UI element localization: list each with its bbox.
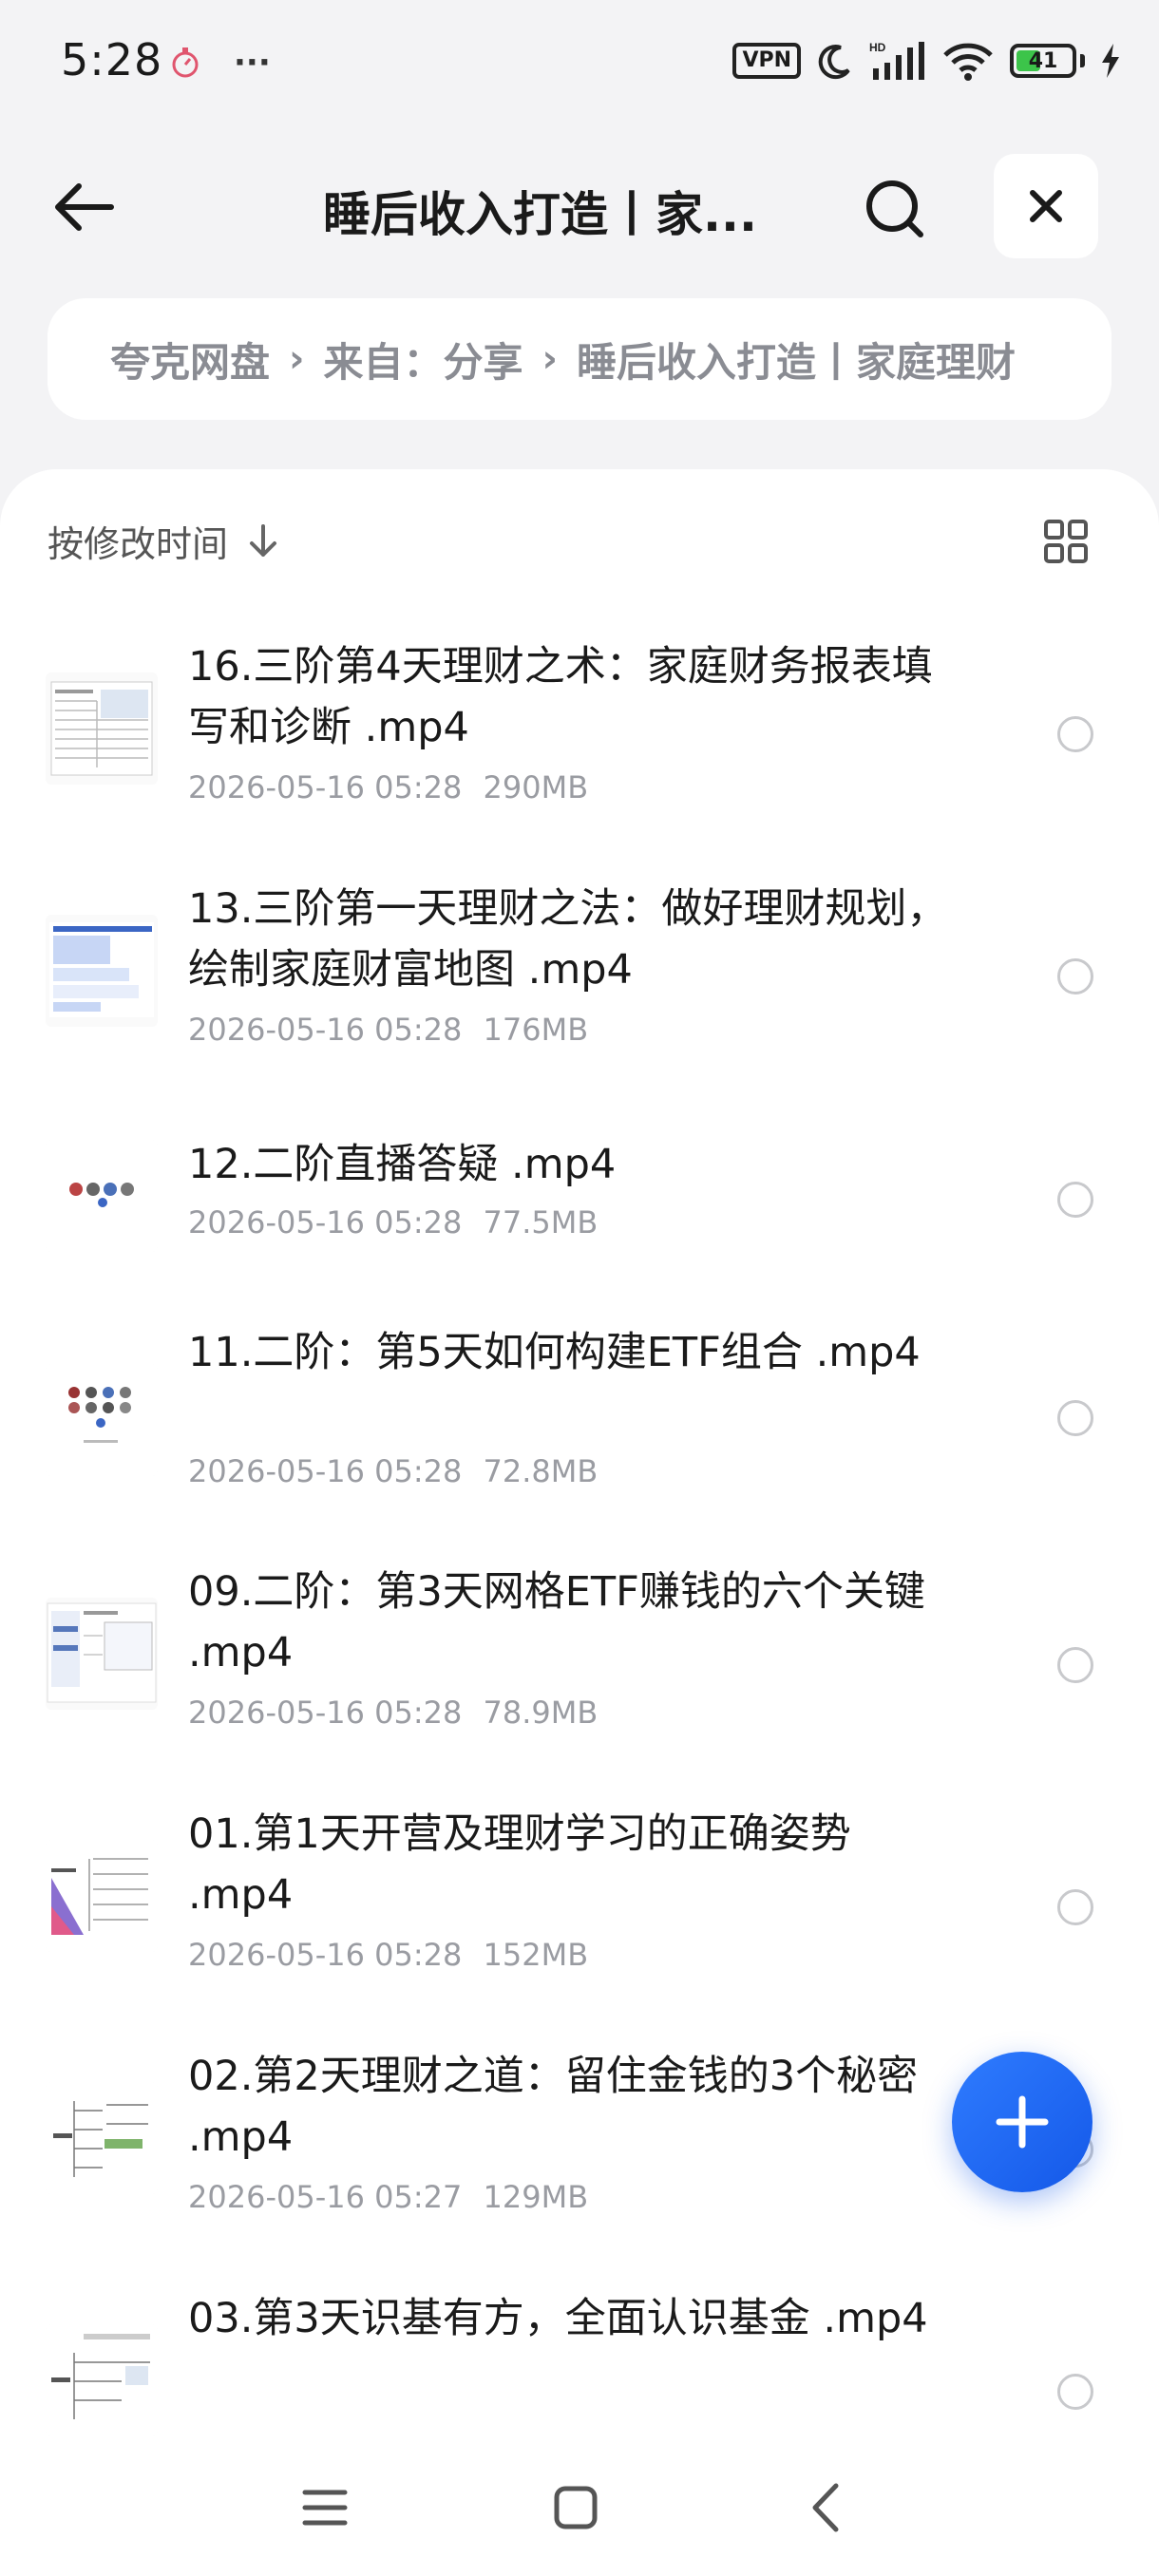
status-right-icons: VPN HD 41 bbox=[732, 40, 1121, 82]
file-size: 72.8MB bbox=[483, 1453, 598, 1489]
svg-text:HD: HD bbox=[869, 41, 886, 54]
nav-home-button[interactable] bbox=[538, 2470, 614, 2546]
file-meta: 2026-05-16 05:28 152MB bbox=[188, 1937, 588, 1973]
file-item[interactable]: 09.二阶：第3天网格ETF赚钱的六个关键 .mp4 2026-05-16 05… bbox=[0, 1543, 1159, 1785]
plus-icon bbox=[996, 2095, 1049, 2149]
file-panel: 按修改时间 16.三阶第4天理财之术：家庭财务报表填写和诊断 .mp4 2026… bbox=[0, 469, 1159, 2576]
breadcrumb-item-root[interactable]: 夸克网盘 bbox=[110, 331, 270, 388]
nav-back-button[interactable] bbox=[788, 2470, 864, 2546]
arrow-left-icon bbox=[55, 183, 114, 231]
file-item[interactable]: 01.第1天开营及理财学习的正确姿势 .mp4 2026-05-16 05:28… bbox=[0, 1785, 1159, 2027]
sort-control[interactable]: 按修改时间 bbox=[48, 515, 279, 567]
file-meta: 2026-05-16 05:27 129MB bbox=[188, 2179, 588, 2215]
add-button[interactable] bbox=[952, 2052, 1092, 2192]
file-list: 16.三阶第4天理财之术：家庭财务报表填写和诊断 .mp4 2026-05-16… bbox=[0, 602, 1159, 2511]
header: 睡后收入打造丨家... bbox=[0, 142, 1159, 266]
arrow-down-icon bbox=[250, 523, 277, 557]
file-size: 129MB bbox=[483, 2179, 589, 2215]
file-size: 152MB bbox=[483, 1937, 589, 1973]
breadcrumb: 夸克网盘 › 来自：分享 › 睡后收入打造丨家庭理财 bbox=[48, 298, 1112, 420]
select-radio[interactable] bbox=[1057, 1182, 1093, 1218]
video-thumbnail bbox=[46, 1840, 158, 1952]
file-meta: 2026-05-16 05:28 77.5MB bbox=[188, 1204, 598, 1241]
signal-icon: HD bbox=[869, 41, 924, 80]
status-time: 5:28 bbox=[61, 34, 163, 85]
more-notifications: ··· bbox=[234, 44, 271, 82]
charging-icon bbox=[1102, 44, 1119, 78]
battery-cap bbox=[1080, 54, 1085, 67]
search-button[interactable] bbox=[855, 169, 935, 249]
file-item[interactable]: 16.三阶第4天理财之术：家庭财务报表填写和诊断 .mp4 2026-05-16… bbox=[0, 602, 1159, 844]
file-date: 2026-05-16 05:27 bbox=[188, 2179, 463, 2215]
file-item[interactable]: 11.二阶：第5天如何构建ETF组合 .mp4 2026-05-16 05:28… bbox=[0, 1296, 1159, 1543]
stopwatch-icon bbox=[172, 47, 199, 78]
video-thumbnail bbox=[46, 1364, 158, 1476]
moon-icon bbox=[818, 45, 850, 80]
video-thumbnail bbox=[46, 2324, 158, 2436]
file-date: 2026-05-16 05:28 bbox=[188, 1204, 463, 1241]
select-radio[interactable] bbox=[1057, 2374, 1093, 2410]
file-date: 2026-05-16 05:28 bbox=[188, 1937, 463, 1973]
sort-label: 按修改时间 bbox=[48, 523, 229, 565]
file-size: 78.9MB bbox=[483, 1695, 598, 1731]
file-meta: 2026-05-16 05:28 72.8MB bbox=[188, 1453, 598, 1489]
file-date: 2026-05-16 05:28 bbox=[188, 1695, 463, 1731]
system-nav-bar bbox=[0, 2441, 1159, 2576]
breadcrumb-item-share[interactable]: 来自：分享 bbox=[324, 331, 523, 388]
select-radio[interactable] bbox=[1057, 1400, 1093, 1436]
file-name: 11.二阶：第5天如何构建ETF组合 .mp4 bbox=[188, 1329, 921, 1376]
search-icon bbox=[866, 180, 923, 237]
breadcrumb-item-current[interactable]: 睡后收入打造丨家庭理财 bbox=[577, 331, 1016, 388]
file-size: 176MB bbox=[483, 1012, 589, 1048]
file-name: 03.第3天识基有方，全面认识基金 .mp4 bbox=[188, 2295, 928, 2342]
wifi-icon bbox=[943, 43, 993, 81]
page-title: 睡后收入打造丨家... bbox=[323, 187, 757, 242]
close-button[interactable] bbox=[994, 154, 1098, 258]
close-icon bbox=[1030, 190, 1062, 222]
file-date: 2026-05-16 05:28 bbox=[188, 1012, 463, 1048]
file-date: 2026-05-16 05:28 bbox=[188, 1453, 463, 1489]
grid-view-icon[interactable] bbox=[1043, 519, 1089, 564]
home-square-icon bbox=[554, 2486, 598, 2529]
video-thumbnail bbox=[46, 672, 158, 785]
file-size: 77.5MB bbox=[483, 1204, 598, 1241]
battery-level: 41 bbox=[1028, 48, 1058, 73]
breadcrumb-separator: › bbox=[542, 337, 558, 381]
vpn-badge: VPN bbox=[732, 43, 801, 79]
video-thumbnail bbox=[46, 915, 158, 1027]
nav-menu-button[interactable] bbox=[287, 2470, 363, 2546]
file-item[interactable]: 13.三阶第一天理财之法：做好理财规划，绘制家庭财富地图 .mp4 2026-0… bbox=[0, 844, 1159, 1087]
status-bar: 5:28 ··· VPN HD 41 bbox=[0, 0, 1159, 123]
file-name: 16.三阶第4天理财之术：家庭财务报表填写和诊断 .mp4 bbox=[188, 643, 933, 751]
file-name: 02.第2天理财之道：留住金钱的3个秘密 .mp4 bbox=[188, 2053, 919, 2161]
video-thumbnail bbox=[46, 2082, 158, 2194]
file-name: 01.第1天开营及理财学习的正确姿势 .mp4 bbox=[188, 1810, 851, 1919]
select-radio[interactable] bbox=[1057, 1647, 1093, 1683]
video-thumbnail bbox=[46, 1598, 158, 1710]
select-radio[interactable] bbox=[1057, 1889, 1093, 1925]
file-item[interactable]: 12.二阶直播答疑 .mp4 2026-05-16 05:28 77.5MB bbox=[0, 1087, 1159, 1296]
video-thumbnail bbox=[46, 1140, 158, 1252]
status-left-icons: ··· bbox=[171, 44, 271, 82]
select-radio[interactable] bbox=[1057, 958, 1093, 994]
select-radio[interactable] bbox=[1057, 716, 1093, 752]
file-size: 290MB bbox=[483, 769, 589, 805]
file-meta: 2026-05-16 05:28 78.9MB bbox=[188, 1695, 598, 1731]
back-chevron-icon bbox=[812, 2483, 839, 2532]
file-meta: 2026-05-16 05:28 176MB bbox=[188, 1012, 588, 1048]
back-button[interactable] bbox=[48, 171, 120, 243]
battery-indicator: 41 bbox=[1010, 44, 1076, 78]
file-name: 12.二阶直播答疑 .mp4 bbox=[188, 1141, 617, 1188]
file-name: 09.二阶：第3天网格ETF赚钱的六个关键 .mp4 bbox=[188, 1568, 925, 1676]
file-name: 13.三阶第一天理财之法：做好理财规划，绘制家庭财富地图 .mp4 bbox=[188, 885, 948, 994]
file-meta: 2026-05-16 05:28 290MB bbox=[188, 769, 588, 805]
breadcrumb-separator: › bbox=[289, 337, 305, 381]
file-date: 2026-05-16 05:28 bbox=[188, 769, 463, 805]
menu-icon bbox=[302, 2490, 348, 2526]
